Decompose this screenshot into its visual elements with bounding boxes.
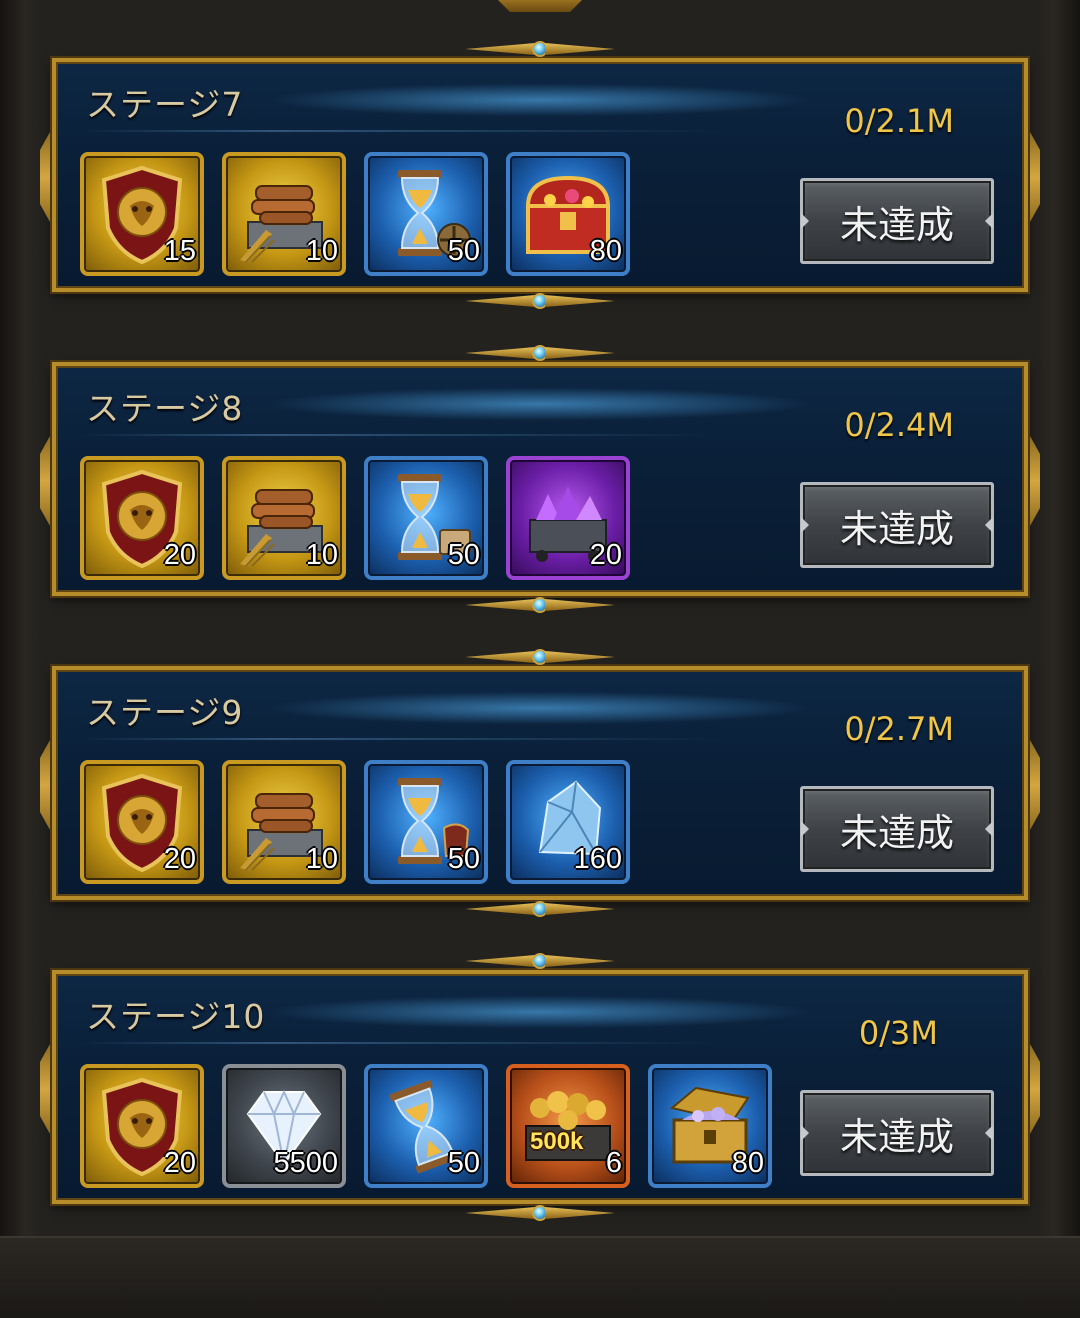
reward-quantity: 20 xyxy=(163,843,196,875)
reward-item[interactable]: 10 xyxy=(222,760,346,884)
top-frame-cap xyxy=(490,0,590,12)
reward-item[interactable]: 20 xyxy=(80,1064,204,1188)
reward-item[interactable]: 50 xyxy=(364,456,488,580)
reward-quantity: 20 xyxy=(163,1147,196,1179)
reward-item[interactable]: 50 xyxy=(364,760,488,884)
reward-quantity: 160 xyxy=(573,843,622,875)
reward-quantity: 50 xyxy=(447,235,480,267)
title-divider xyxy=(80,434,720,436)
reward-quantity: 15 xyxy=(163,235,196,267)
status-button-not-achieved[interactable]: 未達成 xyxy=(800,482,994,568)
panel-bottom-ornament xyxy=(465,1204,615,1222)
reward-item[interactable]: 20 xyxy=(80,760,204,884)
title-divider xyxy=(80,738,720,740)
reward-item[interactable]: 500k 6 xyxy=(506,1064,630,1188)
reward-quantity: 20 xyxy=(163,539,196,571)
panel-top-ornament xyxy=(465,648,615,666)
stage-panel-7: ステージ7 0/2.1M 15 10 50 80 未達成 xyxy=(52,41,1028,309)
reward-item[interactable]: 80 xyxy=(648,1064,772,1188)
stage-title: ステージ10 xyxy=(86,997,266,1036)
reward-quantity: 50 xyxy=(447,843,480,875)
stage-progress: 0/2.7M xyxy=(844,710,954,748)
status-button-not-achieved[interactable]: 未達成 xyxy=(800,1090,994,1176)
stage-panel-8: ステージ8 0/2.4M 20 10 50 20 未達成 xyxy=(52,345,1028,613)
reward-quantity: 20 xyxy=(589,539,622,571)
status-button-not-achieved[interactable]: 未達成 xyxy=(800,786,994,872)
stage-progress: 0/2.4M xyxy=(844,406,954,444)
reward-item[interactable]: 20 xyxy=(506,456,630,580)
reward-item[interactable]: 15 xyxy=(80,152,204,276)
reward-quantity: 50 xyxy=(447,539,480,571)
coin-amount-label: 500k xyxy=(530,1128,584,1155)
stage-progress: 0/3M xyxy=(858,1014,938,1052)
reward-item[interactable]: 50 xyxy=(364,152,488,276)
reward-item[interactable]: 10 xyxy=(222,152,346,276)
reward-item[interactable]: 5500 xyxy=(222,1064,346,1188)
stage-progress: 0/2.1M xyxy=(844,102,954,140)
reward-quantity: 10 xyxy=(305,539,338,571)
reward-quantity: 50 xyxy=(447,1147,480,1179)
stage-panel-9: ステージ9 0/2.7M 20 10 50 160 未達成 xyxy=(52,649,1028,917)
panel-bottom-ornament xyxy=(465,292,615,310)
bottom-frame-ledge xyxy=(0,1236,1080,1318)
panel-bottom-ornament xyxy=(465,900,615,918)
panel-top-ornament xyxy=(465,40,615,58)
reward-item[interactable]: 10 xyxy=(222,456,346,580)
reward-quantity: 80 xyxy=(731,1147,764,1179)
status-button-not-achieved[interactable]: 未達成 xyxy=(800,178,994,264)
stage-panel-10: ステージ10 0/3M 20 5500 50 500k 6 80 未達成 xyxy=(52,953,1028,1221)
reward-quantity: 6 xyxy=(605,1147,622,1179)
reward-quantity: 5500 xyxy=(273,1147,338,1179)
title-divider xyxy=(80,130,720,132)
stage-title: ステージ7 xyxy=(86,85,244,124)
stage-title: ステージ8 xyxy=(86,389,244,428)
title-divider xyxy=(80,1042,720,1044)
panel-bottom-ornament xyxy=(465,596,615,614)
stage-title: ステージ9 xyxy=(86,693,244,732)
reward-item[interactable]: 50 xyxy=(364,1064,488,1188)
reward-quantity: 10 xyxy=(305,235,338,267)
reward-quantity: 80 xyxy=(589,235,622,267)
reward-item[interactable]: 80 xyxy=(506,152,630,276)
reward-quantity: 10 xyxy=(305,843,338,875)
panel-top-ornament xyxy=(465,952,615,970)
panel-top-ornament xyxy=(465,344,615,362)
reward-item[interactable]: 160 xyxy=(506,760,630,884)
reward-item[interactable]: 20 xyxy=(80,456,204,580)
event-stage-rewards-screen: ステージ7 0/2.1M 15 10 50 80 未達成 ステージ8 0/2.4… xyxy=(0,0,1080,1318)
